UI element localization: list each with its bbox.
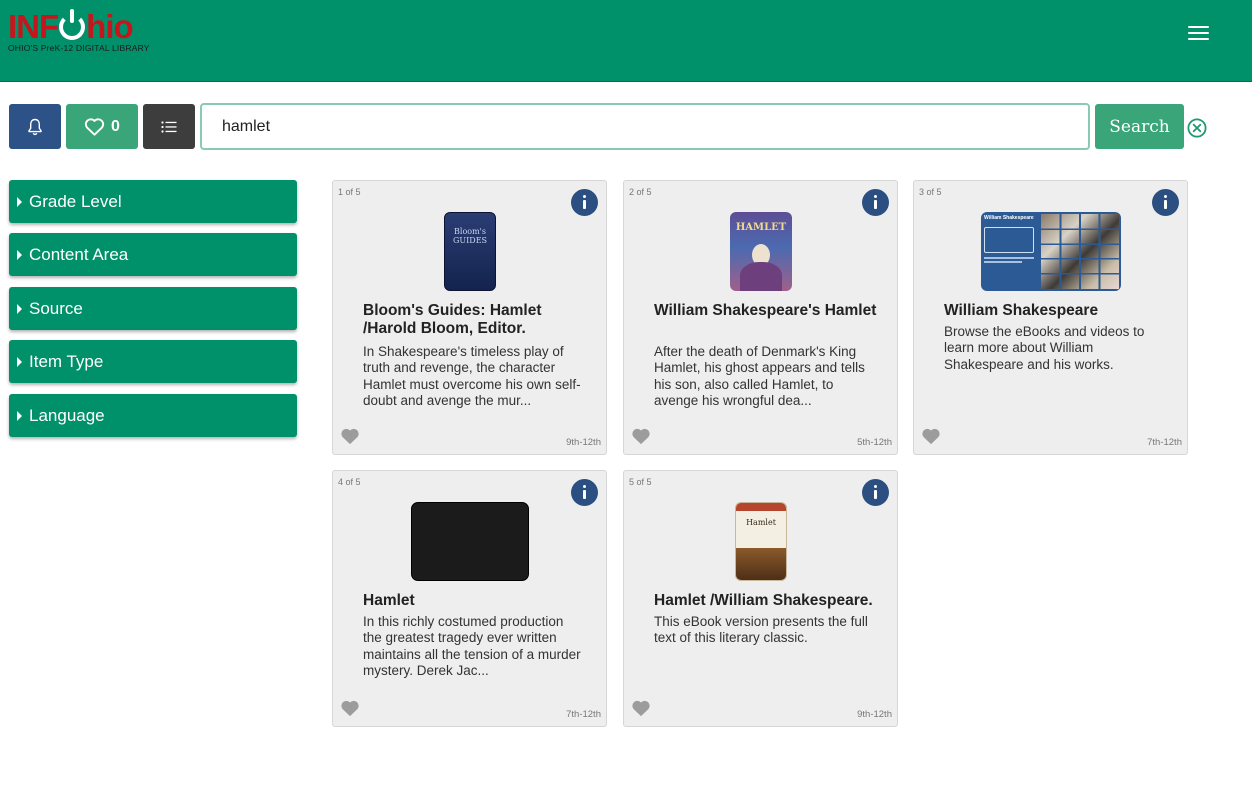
result-description: Browse the eBooks and videos to learn mo… (944, 324, 1145, 372)
grade-range: 7th-12th (566, 709, 601, 720)
caret-right-icon (17, 303, 22, 314)
result-index: 3 of 5 (919, 187, 942, 197)
cover-text: Hamlet (746, 518, 776, 527)
result-card[interactable]: 2 of 5 HAMLET William Shakespeare's Haml… (623, 180, 898, 455)
infohio-logo[interactable]: INF hio OHIO'S PreK-12 DIGITAL LIBRARY (8, 8, 168, 56)
result-index: 4 of 5 (338, 477, 361, 487)
result-card[interactable]: 3 of 5 William Shakespeare William Shake… (913, 180, 1188, 455)
info-icon[interactable] (571, 479, 598, 506)
result-title[interactable]: William Shakespeare's Hamlet (654, 302, 884, 320)
collection-thumb-mosaic (1041, 214, 1119, 289)
book-cover-thumbnail[interactable]: Hamlet (735, 502, 787, 581)
logo-wordmark: INF hio (8, 8, 134, 45)
favorites-button[interactable]: 0 (66, 104, 138, 149)
facet-source[interactable]: Source (9, 287, 297, 330)
caret-right-icon (17, 196, 22, 207)
logo-text-start: INF (8, 8, 59, 45)
search-button[interactable]: Search (1095, 104, 1184, 149)
list-view-button[interactable] (143, 104, 195, 149)
result-title[interactable]: William Shakespeare (944, 302, 1174, 320)
heart-icon[interactable] (631, 699, 651, 717)
facet-label: Item Type (29, 351, 104, 371)
info-icon[interactable] (1152, 189, 1179, 216)
facet-item-type[interactable]: Item Type (9, 340, 297, 383)
result-card[interactable]: 4 of 5 Hamlet In this richly costumed pr… (332, 470, 607, 727)
video-thumbnail[interactable] (411, 502, 529, 581)
search-input[interactable] (200, 103, 1090, 150)
info-icon[interactable] (862, 479, 889, 506)
book-cover-thumbnail[interactable]: HAMLET (730, 212, 792, 291)
cover-text: HAMLET (735, 222, 787, 233)
facet-grade-level[interactable]: Grade Level (9, 180, 297, 223)
caret-right-icon (17, 356, 22, 367)
facet-label: Language (29, 405, 105, 425)
info-icon[interactable] (862, 189, 889, 216)
result-title[interactable]: Hamlet /William Shakespeare. (654, 592, 884, 610)
result-index: 5 of 5 (629, 477, 652, 487)
grade-range: 9th-12th (566, 437, 601, 448)
cover-text: Bloom's GUIDES (452, 227, 488, 245)
result-description: This eBook version presents the full tex… (654, 614, 868, 646)
result-description: After the death of Denmark's King Hamlet… (654, 344, 865, 408)
heart-icon[interactable] (340, 699, 360, 717)
facet-label: Source (29, 298, 83, 318)
notifications-button[interactable] (9, 104, 61, 149)
list-icon (161, 120, 177, 133)
result-title[interactable]: Hamlet (363, 592, 593, 610)
facet-content-area[interactable]: Content Area (9, 233, 297, 276)
grade-range: 7th-12th (1147, 437, 1182, 448)
grade-range: 5th-12th (857, 437, 892, 448)
cover-books-illustration (736, 548, 786, 580)
collection-thumbnail[interactable]: William Shakespeare (981, 212, 1121, 291)
collection-thumb-text-line (984, 261, 1022, 263)
result-description: In this richly costumed production the g… (363, 614, 581, 678)
result-index: 1 of 5 (338, 187, 361, 197)
result-card[interactable]: 1 of 5 Bloom's GUIDES Bloom's Guides: Ha… (332, 180, 607, 455)
power-icon (59, 9, 86, 40)
figure-illustration (740, 262, 782, 291)
logo-text-end: hio (86, 8, 133, 45)
heart-icon[interactable] (631, 427, 651, 445)
logo-tagline: OHIO'S PreK-12 DIGITAL LIBRARY (8, 43, 150, 53)
collection-thumb-caption-box (984, 227, 1034, 253)
facet-label: Content Area (29, 244, 129, 264)
result-title[interactable]: Bloom's Guides: Hamlet /Harold Bloom, Ed… (363, 302, 593, 338)
result-description: In Shakespeare's timeless play of truth … (363, 344, 581, 408)
grade-range: 9th-12th (857, 709, 892, 720)
collection-thumb-text-line (984, 257, 1034, 259)
caret-right-icon (17, 410, 22, 421)
heart-icon[interactable] (340, 427, 360, 445)
facet-language[interactable]: Language (9, 394, 297, 437)
menu-icon[interactable] (1186, 24, 1212, 42)
clear-search-button[interactable] (1187, 118, 1207, 138)
favorites-count: 0 (111, 117, 120, 135)
app-header: INF hio OHIO'S PreK-12 DIGITAL LIBRARY (0, 0, 1252, 82)
bell-icon (28, 118, 42, 135)
collection-thumb-title: William Shakespeare (984, 215, 1034, 221)
heart-outline-icon (84, 118, 105, 136)
cover-band (736, 503, 786, 511)
heart-icon[interactable] (921, 427, 941, 445)
book-cover-thumbnail[interactable]: Bloom's GUIDES (444, 212, 496, 291)
close-circle-icon (1187, 118, 1207, 138)
info-icon[interactable] (571, 189, 598, 216)
result-index: 2 of 5 (629, 187, 652, 197)
caret-right-icon (17, 249, 22, 260)
result-card[interactable]: 5 of 5 Hamlet Hamlet /William Shakespear… (623, 470, 898, 727)
facet-label: Grade Level (29, 191, 122, 211)
